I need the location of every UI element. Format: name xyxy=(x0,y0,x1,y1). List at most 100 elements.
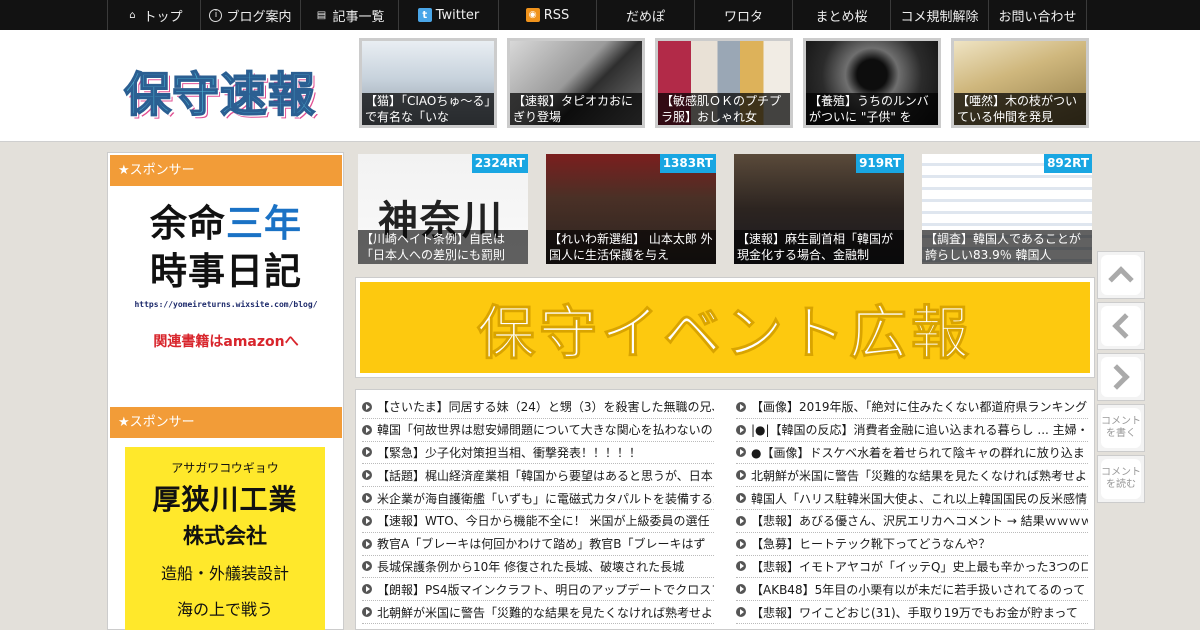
news-item[interactable]: 【悲報】あびる優さん、沢尻エリカへコメント → 結果ｗｗｗｗ xyxy=(736,510,1088,533)
ranking-caption: 【速報】麻生副首相「韓国が現金化する場合、金融制 xyxy=(734,230,904,264)
play-bullet-icon xyxy=(736,401,746,412)
news-title: 韓国「何故世界は慰安婦問題について大きな関心を払わないの xyxy=(377,423,713,438)
info-icon: i xyxy=(209,8,223,22)
rt-badge: 892RT xyxy=(1044,154,1092,173)
news-item[interactable]: 韓国「何故世界は慰安婦問題について大きな関心を払わないの xyxy=(362,419,714,442)
news-item[interactable]: ●【画像】ドスケベ水着を着せられて陰キャの群れに放り込ま xyxy=(736,442,1088,465)
header-thumb[interactable]: 【養殖】うちのルンバがついに "子供" を xyxy=(803,38,941,128)
site-logo[interactable]: 保守速報 xyxy=(123,56,316,125)
news-title: 【悲報】イモトアヤコが「イッテQ」史上最も辛かった3つのロ xyxy=(751,559,1088,574)
nav-rss[interactable]: ◉ RSS xyxy=(499,0,597,30)
news-item[interactable]: 【速報】WTO、今日から機能不全に！ 米国が上級委員の選任 xyxy=(362,510,714,533)
nav-article-list[interactable]: ▤ 記事一覧 xyxy=(301,0,399,30)
nav-bar: ⌂ トップ i ブログ案内 ▤ 記事一覧 t Twitter ◉ RSS だめぽ ワロタ … xyxy=(107,0,1087,30)
sponsor-heading: ★スポンサー xyxy=(110,407,342,438)
news-title: 【緊急】少子化対策担当相、衝撃発表！！！！！ xyxy=(377,445,642,460)
header-thumb[interactable]: 【敏感肌ＯＫのプチプラ服】おしゃれ女 xyxy=(655,38,793,128)
ad-company-type: 株式会社 xyxy=(183,524,267,548)
nav-label: お問い合わせ xyxy=(998,9,1077,25)
nav-matome-sakura[interactable]: まとめ桜 xyxy=(793,0,891,30)
news-item[interactable]: 【AKB48】5年目の小栗有以が未だに若手扱いされてるのって xyxy=(736,578,1088,602)
news-title: 【話題】梶山経済産業相「韓国から要望はあると思うが、日本 xyxy=(377,468,713,483)
news-title: |●|【韓国の反応】消費者金融に追い込まれる暮らし ... 主婦・高 xyxy=(751,423,1088,438)
header-thumb[interactable]: 【猫】「CIAOちゅ〜る」で有名な「いな xyxy=(359,38,497,128)
news-item[interactable]: 韓国人「ハリス駐韓米国大使よ、これ以上韓国国民の反米感情 xyxy=(736,487,1088,510)
news-item[interactable]: 教官A「ブレーキは何回かわけて踏め」教官B「ブレーキはず xyxy=(362,533,714,556)
play-bullet-icon xyxy=(362,538,372,549)
site-header: 保守速報 【猫】「CIAOちゅ〜る」で有名な「いな 【速報】タピオカおにぎり登場… xyxy=(0,30,1200,142)
news-title: 【朗報】PS4版マインクラフト、明日のアップデートでクロスプ xyxy=(377,582,714,597)
nav-twitter[interactable]: t Twitter xyxy=(399,0,499,30)
nav-label: だめぽ xyxy=(625,9,665,25)
event-banner[interactable]: 保守イベント広報 xyxy=(355,277,1095,378)
ranking-caption: 【調査】韓国人であることが誇らしい83.9％ 韓国人 xyxy=(922,230,1092,264)
news-title: 【画像】2019年版、「絶対に住みたくない都道府県ランキング xyxy=(751,400,1088,415)
play-bullet-icon xyxy=(736,470,746,481)
next-button[interactable] xyxy=(1097,353,1145,401)
header-thumb[interactable]: 【唖然】木の枝がついている仲間を発見 xyxy=(951,38,1089,128)
news-item[interactable]: 米企業が海自護衛艦「いずも」に電磁式カタパルトを装備する改 xyxy=(362,487,714,510)
ad-company-tagline: 海の上で戦う xyxy=(176,600,273,619)
news-item[interactable]: 【話題】梶山経済産業相「韓国から要望はあると思うが、日本 xyxy=(362,464,714,488)
twitter-icon: t xyxy=(417,8,432,22)
nav-contact[interactable]: お問い合わせ xyxy=(989,0,1087,30)
amazon-link[interactable]: 関連書籍はamazonへ xyxy=(126,331,326,351)
ad-url: https://yomeireturns.wixsite.com/blog/ xyxy=(134,300,318,309)
thumb-caption: 【養殖】うちのルンバがついに "子供" を xyxy=(806,93,938,125)
ranking-thumb[interactable]: 919RT 【速報】麻生副首相「韓国が現金化する場合、金融制 xyxy=(734,154,904,264)
news-title: 【悲報】あびる優さん、沢尻エリカへコメント → 結果ｗｗｗｗ xyxy=(751,514,1088,529)
read-comment-button[interactable]: コメントを読む xyxy=(1097,455,1145,503)
list-icon: ▤ xyxy=(316,9,327,21)
play-bullet-icon xyxy=(362,493,372,504)
nav-label: 記事一覧 xyxy=(332,9,385,25)
ranking-caption: 【川崎ヘイト条例】自民は「日本人への差別にも罰則 xyxy=(358,230,528,264)
news-item[interactable]: 長城保護条例から10年 修復された長城、破壊された長城 xyxy=(362,556,714,579)
ad-headline-line2: 時事日記 xyxy=(150,250,302,293)
ad-company-name: 厚狭川工業 xyxy=(152,483,298,516)
news-item[interactable]: 【緊急】少子化対策担当相、衝撃発表！！！！！ xyxy=(362,442,714,465)
news-item[interactable]: 【悲報】イモトアヤコが「イッテQ」史上最も辛かった3つのロ xyxy=(736,556,1088,579)
news-item[interactable]: 北朝鮮が米国に警告「災難的な結果を見たくなければ熟考せよ xyxy=(736,464,1088,488)
play-bullet-icon xyxy=(362,561,372,572)
thumb-caption: 【唖然】木の枝がついている仲間を発見 xyxy=(954,93,1086,125)
ranking-thumb[interactable]: 892RT 【調査】韓国人であることが誇らしい83.9％ 韓国人 xyxy=(922,154,1092,264)
nav-blog-guide[interactable]: i ブログ案内 xyxy=(201,0,301,30)
news-item[interactable]: 【急募】ヒートテック靴下ってどうなんや？ xyxy=(736,533,1088,556)
ranking-thumb[interactable]: 1383RT 【れいわ新選組】 山本太郎 外国人に生活保護を与え xyxy=(546,154,716,264)
write-comment-button[interactable]: コメントを書く xyxy=(1097,404,1145,452)
ad-headline: 余命三年 xyxy=(126,200,326,248)
rt-badge: 919RT xyxy=(856,154,904,173)
news-title: 韓国人「ハリス駐韓米国大使よ、これ以上韓国国民の反米感情 xyxy=(751,491,1088,506)
rss-icon: ◉ xyxy=(525,8,540,22)
thumb-caption: 【速報】タピオカおにぎり登場 xyxy=(510,93,642,125)
prev-button[interactable] xyxy=(1097,302,1145,350)
sponsor-ad-asagawa[interactable]: アサガワコウギョウ 厚狭川工業 株式会社 造船・外艤装設計 海の上で戦う xyxy=(125,447,325,630)
scroll-top-button[interactable] xyxy=(1097,251,1145,299)
play-bullet-icon xyxy=(362,515,372,526)
top-nav: ⌂ トップ i ブログ案内 ▤ 記事一覧 t Twitter ◉ RSS だめぽ ワロタ … xyxy=(0,0,1200,30)
play-bullet-icon xyxy=(736,561,746,572)
nav-comment-unblock[interactable]: コメ規制解除 xyxy=(891,0,989,30)
news-item[interactable]: 【さいたま】同居する妹（24）と甥（3）を殺害した無職の兄、 xyxy=(362,396,714,419)
play-bullet-icon xyxy=(736,515,746,526)
news-item[interactable]: 【悲報】ワイこどおじ(31)、手取り19万でもお金が貯まって xyxy=(736,601,1088,624)
nav-warota[interactable]: ワロタ xyxy=(695,0,793,30)
news-title: 長城保護条例から10年 修復された長城、破壊された長城 xyxy=(377,559,685,574)
news-item[interactable]: 【画像】2019年版、「絶対に住みたくない都道府県ランキング xyxy=(736,396,1088,419)
nav-damepo[interactable]: だめぽ xyxy=(597,0,695,30)
news-title: 北朝鮮が米国に警告「災難的な結果を見たくなければ熟考せよ xyxy=(751,468,1088,483)
sponsor-ad-yomei[interactable]: 余命三年 時事日記 https://yomeireturns.wixsite.c… xyxy=(126,200,326,351)
nav-top[interactable]: ⌂ トップ xyxy=(107,0,201,30)
header-thumb[interactable]: 【速報】タピオカおにぎり登場 xyxy=(507,38,645,128)
news-item[interactable]: |●|【韓国の反応】消費者金融に追い込まれる暮らし ... 主婦・高 xyxy=(736,419,1088,442)
news-title: 北朝鮮が米国に警告「災難的な結果を見たくなければ熟考せよ xyxy=(377,605,714,620)
ranking-thumb[interactable]: 神奈川 2324RT 【川崎ヘイト条例】自民は「日本人への差別にも罰則 xyxy=(358,154,528,264)
nav-label: ブログ案内 xyxy=(226,9,292,25)
play-bullet-icon xyxy=(736,584,746,595)
news-title: 教官A「ブレーキは何回かわけて踏め」教官B「ブレーキはず xyxy=(377,537,706,552)
news-column-left: 【さいたま】同居する妹（24）と甥（3）を殺害した無職の兄、韓国「何故世界は慰安… xyxy=(362,396,714,624)
news-item[interactable]: 【朗報】PS4版マインクラフト、明日のアップデートでクロスプ xyxy=(362,578,714,602)
play-bullet-icon xyxy=(736,493,746,504)
play-bullet-icon xyxy=(362,584,372,595)
news-item[interactable]: 北朝鮮が米国に警告「災難的な結果を見たくなければ熟考せよ xyxy=(362,601,714,624)
